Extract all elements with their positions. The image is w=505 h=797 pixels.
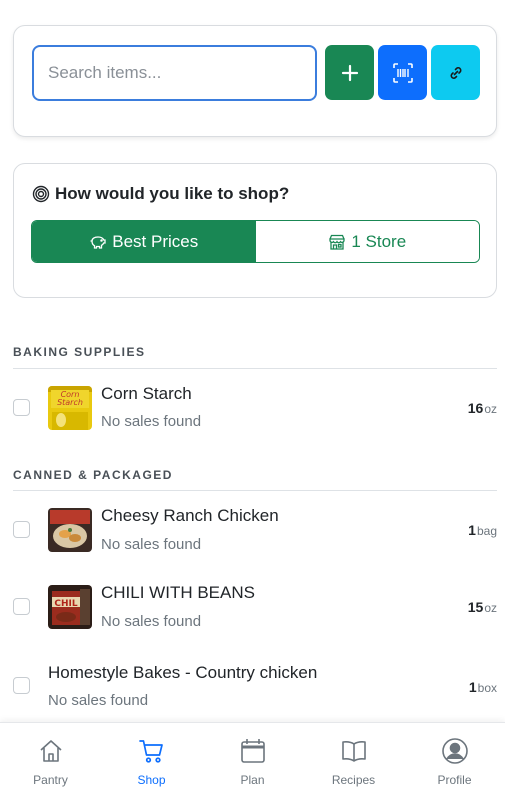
list-item: Homestyle Bakes - Country chicken No sal… — [13, 650, 497, 722]
item-name: Corn Starch — [101, 384, 192, 403]
divider — [13, 368, 497, 369]
shop-mode-toggle: Best Prices 1 Store — [31, 220, 480, 263]
divider — [13, 490, 497, 491]
nav-item-recipes[interactable]: Recipes — [303, 723, 404, 797]
list-item: Cheesy Ranch Chicken No sales found 1bag — [13, 494, 497, 566]
best-prices-label: Best Prices — [112, 231, 199, 251]
nav-item-profile[interactable]: Profile — [404, 723, 505, 797]
product-image-cheesy-ranch-chicken — [48, 508, 92, 552]
nav-label: Pantry — [33, 773, 68, 787]
one-store-option[interactable]: 1 Store — [255, 221, 479, 262]
target-icon — [32, 185, 50, 203]
shop-mode-card: How would you like to shop? Best Prices … — [13, 163, 497, 298]
calendar-icon — [240, 739, 265, 763]
item-quantity: 16oz — [467, 400, 497, 416]
nav-item-plan[interactable]: Plan — [202, 723, 303, 797]
item-quantity: 1box — [468, 679, 497, 695]
search-card — [13, 25, 497, 137]
plus-icon — [341, 64, 358, 81]
item-status: No sales found — [101, 613, 202, 630]
svg-text:Starch: Starch — [57, 398, 83, 407]
shop-mode-heading: How would you like to shop? — [32, 184, 289, 204]
add-item-button[interactable] — [325, 45, 374, 100]
item-checkbox[interactable] — [13, 598, 30, 615]
barcode-scan-icon — [392, 62, 413, 83]
nav-label: Shop — [137, 773, 166, 787]
link-button[interactable] — [431, 45, 480, 100]
nav-label: Profile — [437, 773, 472, 787]
item-name: Cheesy Ranch Chicken — [101, 506, 279, 525]
item-name: Homestyle Bakes - Country chicken — [48, 663, 318, 682]
list-item: CHIL CHILI WITH BEANS No sales found 15o… — [13, 571, 497, 643]
item-status: No sales found — [48, 692, 149, 709]
book-icon — [341, 741, 366, 762]
category-heading-baking: BAKING SUPPLIES — [13, 345, 146, 359]
bottom-nav: Pantry Shop Plan Recipes Profile — [0, 722, 505, 797]
item-quantity: 15oz — [467, 599, 497, 615]
nav-label: Recipes — [331, 773, 376, 787]
item-checkbox[interactable] — [13, 677, 30, 694]
list-item: Corn Starch Corn Starch No sales found 1… — [13, 372, 497, 444]
product-image-chili-with-beans: CHIL — [48, 585, 92, 629]
item-checkbox[interactable] — [13, 521, 30, 538]
svg-text:CHIL: CHIL — [54, 599, 77, 609]
link-icon — [450, 66, 461, 79]
nav-item-pantry[interactable]: Pantry — [0, 723, 101, 797]
product-image-corn-starch: Corn Starch — [48, 386, 92, 430]
shop-mode-title: How would you like to shop? — [55, 184, 290, 203]
item-checkbox[interactable] — [13, 399, 30, 416]
house-icon — [39, 740, 62, 762]
item-quantity: 1bag — [468, 522, 497, 538]
search-input[interactable] — [32, 45, 317, 101]
item-name: CHILI WITH BEANS — [101, 583, 255, 602]
item-status: No sales found — [101, 536, 202, 553]
scan-barcode-button[interactable] — [378, 45, 427, 100]
cart-icon — [138, 740, 163, 763]
best-prices-option[interactable]: Best Prices — [32, 221, 256, 262]
category-heading-canned: CANNED & PACKAGED — [13, 468, 173, 482]
item-status: No sales found — [101, 413, 202, 430]
one-store-label: 1 Store — [351, 231, 407, 251]
person-circle-icon — [441, 738, 468, 764]
shop-icon — [329, 234, 345, 250]
nav-item-shop[interactable]: Shop — [101, 723, 202, 797]
nav-label: Plan — [240, 773, 265, 787]
piggy-bank-icon — [90, 235, 106, 249]
